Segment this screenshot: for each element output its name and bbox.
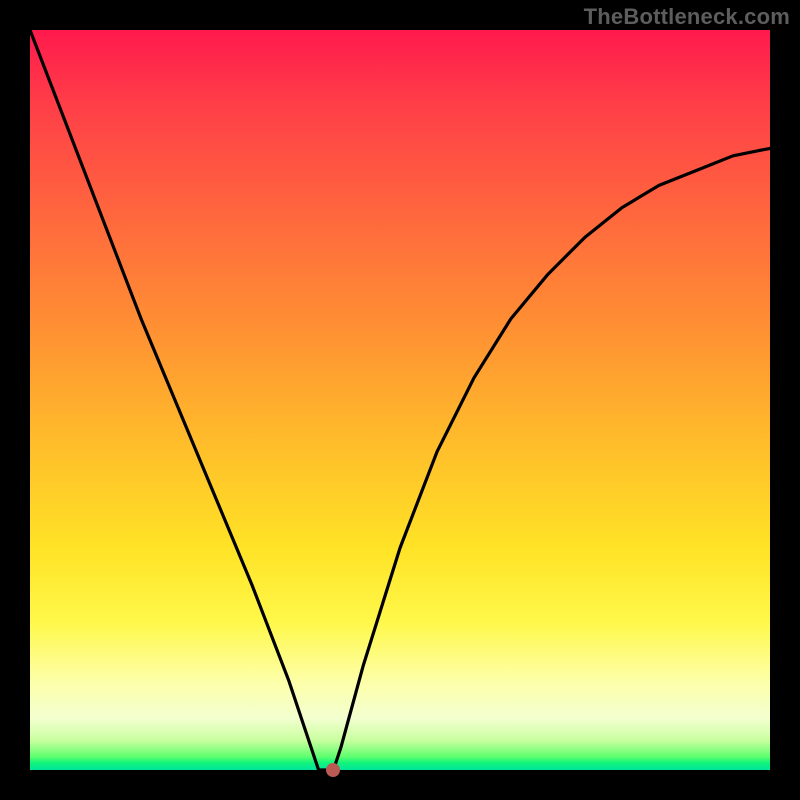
bottleneck-curve xyxy=(30,30,770,770)
watermark-text: TheBottleneck.com xyxy=(584,4,790,30)
chart-frame: TheBottleneck.com xyxy=(0,0,800,800)
curve-svg xyxy=(30,30,770,770)
optimal-point-marker xyxy=(326,763,340,777)
